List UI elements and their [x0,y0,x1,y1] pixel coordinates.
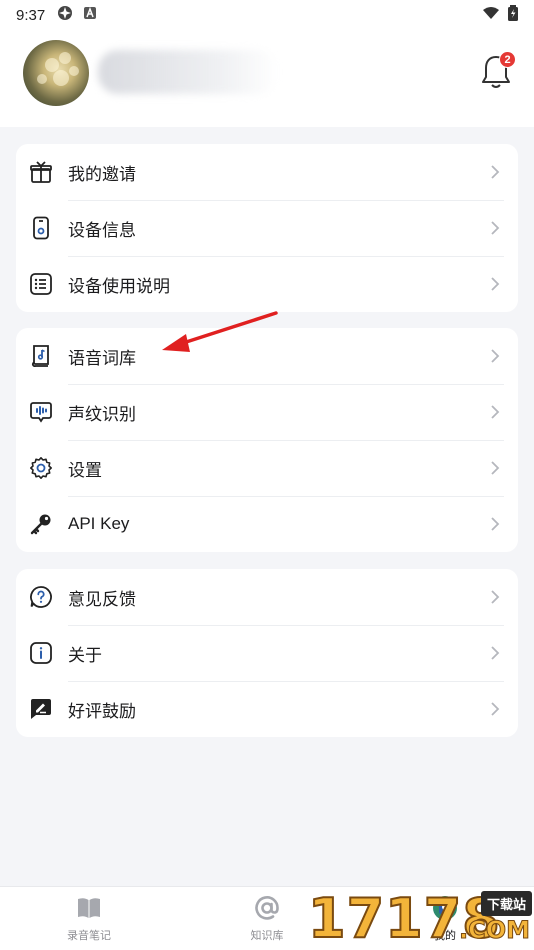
question-icon [28,584,54,610]
chevron-right-icon [490,590,500,604]
menu-item-label: 声纹识别 [68,404,136,424]
tab-label: 录音笔记 [67,930,111,942]
chevron-right-icon [490,349,500,363]
watermark-com: .COM [458,916,530,945]
chevron-right-icon [490,702,500,716]
menu-item-device-info[interactable]: 设备信息 [16,200,518,256]
notification-button[interactable]: 2 [478,51,516,92]
chevron-right-icon [490,405,500,419]
gear-icon [28,455,54,481]
menu-item-voice-lexicon[interactable]: 语音词库 [16,328,518,384]
keyboard-status-icon [83,6,97,24]
tab-recordings[interactable]: 录音笔记 [49,895,129,943]
tab-knowledge-base[interactable]: 知识库 [227,895,307,943]
site-watermark: 17178 下载站 .COM [307,887,534,950]
profile-header: 2 [0,30,534,127]
chevron-right-icon [490,221,500,235]
tab-label: 知识库 [250,930,284,942]
username-blurred [98,50,278,94]
wifi-icon [482,6,500,24]
gift-icon [28,159,54,185]
menu-item-label: API Key [68,514,130,533]
status-right [482,5,518,25]
menu-item-label: 设备信息 [68,220,136,240]
watermark-sub: 下载站 [480,891,532,916]
book-icon [76,895,102,921]
chevron-right-icon [490,165,500,179]
music-book-icon [28,343,54,369]
rating-icon [28,696,54,722]
menu-card-account: 我的邀请 设备信息 设备使用说明 [16,144,518,312]
avatar[interactable] [23,40,89,106]
menu-item-device-manual[interactable]: 设备使用说明 [16,256,518,312]
voiceprint-icon [28,399,54,425]
menu-item-rate[interactable]: 好评鼓励 [16,681,518,737]
menu-item-feedback[interactable]: 意见反馈 [16,569,518,625]
menu-card-support: 意见反馈 关于 好评鼓励 [16,569,518,737]
chevron-right-icon [490,461,500,475]
menu-item-label: 语音词库 [68,348,136,368]
menu-item-invite[interactable]: 我的邀请 [16,144,518,200]
device-icon [28,215,54,241]
menu-item-label: 设备使用说明 [68,276,170,296]
menu-item-settings[interactable]: 设置 [16,440,518,496]
menu-card-features: 语音词库 声纹识别 设置 API Key [16,328,518,552]
list-icon [28,271,54,297]
menu-item-label: 我的邀请 [68,164,136,184]
chevron-right-icon [490,517,500,531]
chevron-right-icon [490,646,500,660]
menu-item-voiceprint[interactable]: 声纹识别 [16,384,518,440]
menu-item-label: 好评鼓励 [68,701,136,721]
menu-item-about[interactable]: 关于 [16,625,518,681]
battery-icon [508,5,518,25]
app-status-icon [57,5,73,25]
at-icon [254,895,280,921]
menu-item-label: 设置 [68,460,102,480]
key-icon [28,511,54,537]
status-time: 9:37 [16,6,46,24]
menu-item-label: 关于 [68,645,102,665]
info-icon [28,640,54,666]
status-bar: 9:37 [0,0,534,30]
menu-item-label: 意见反馈 [68,589,136,609]
notification-badge: 2 [499,51,516,68]
chevron-right-icon [490,277,500,291]
menu-item-api-key[interactable]: API Key [16,496,518,552]
